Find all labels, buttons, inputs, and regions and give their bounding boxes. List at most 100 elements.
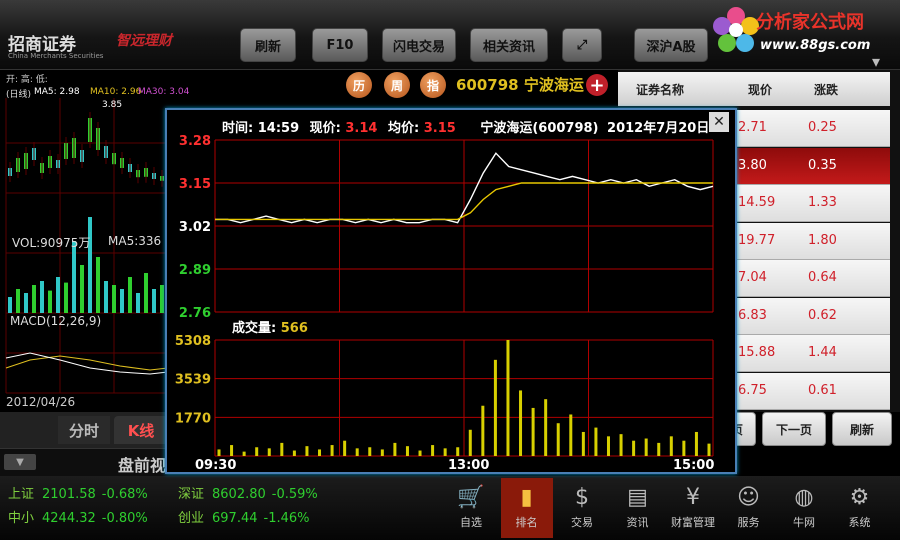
dollar-icon: $ [575, 484, 589, 510]
market-change: -0.59% [271, 487, 318, 502]
market-index: 上证 2101.58 -0.68% [8, 483, 148, 502]
related-news-button[interactable]: 相关资讯 [470, 28, 548, 62]
volume-bar [481, 405, 485, 456]
yen-icon: ¥ [686, 484, 700, 510]
popup-close-button[interactable]: ✕ [709, 112, 729, 132]
volume-info: 成交量: 566 [232, 317, 308, 336]
nav-item-1[interactable]: ▮ 排名 [500, 478, 553, 538]
market-select-button[interactable]: 深沪A股 [634, 28, 708, 62]
kline-volume-bar [80, 265, 84, 313]
volume-bar [267, 448, 271, 456]
popup-date: 2012年7月20日 [607, 121, 710, 136]
kline-volume-bar [136, 293, 140, 313]
nav-item-0[interactable]: 🛒 自选 [445, 478, 497, 538]
volume-bar [657, 442, 661, 456]
volume-bar [355, 448, 359, 456]
kline-date: 2012/04/26 [6, 395, 76, 409]
nav-item-2[interactable]: $ 交易 [556, 478, 608, 538]
kline-volume-bar [112, 285, 116, 313]
volume-bar [305, 446, 309, 456]
popup-info-bar: 时间: 14:59 现价: 3.14 均价: 3.15 宁波海运(600798)… [222, 117, 709, 136]
ma10-value: MA10: 2.96 [90, 87, 142, 97]
document-icon: ▤ [627, 484, 648, 510]
refresh-button[interactable]: 刷新 [240, 28, 296, 62]
time-value: 14:59 [257, 121, 300, 136]
nav-label: 资讯 [626, 516, 649, 529]
volume-bar [405, 446, 409, 456]
volume-bar [380, 449, 384, 456]
nav-label: 财富管理 [671, 516, 715, 529]
volume-bar [431, 445, 435, 456]
market-value: 2101.58 [42, 487, 96, 502]
market-value: 697.44 [212, 511, 258, 526]
expand-icon: ⤢ [576, 37, 588, 53]
price-label: 现价: [309, 121, 341, 136]
market-change: -1.46% [263, 511, 310, 526]
ma30-value: MA30: 3.04 [138, 87, 190, 97]
market-index: 创业 697.44 -1.46% [178, 507, 310, 526]
popup-stock-name: 宁波海运(600798) [480, 121, 599, 136]
volume-bar [330, 445, 334, 456]
volume-bar [493, 359, 497, 456]
intraday-popup: 3.28 3.15 3.02 2.89 2.76 5308 3539 1770 09:30 13:… [165, 108, 737, 474]
nav-label: 牛网 [793, 516, 815, 529]
volume-bar [632, 440, 636, 456]
kline-volume-bar [32, 285, 36, 313]
high-price-marker: 3.85 [102, 100, 123, 110]
add-favorite-button[interactable]: + [586, 74, 608, 96]
list-refresh-button[interactable]: 刷新 [832, 412, 892, 446]
row-change: 1.80 [808, 232, 837, 248]
volume-bar [230, 445, 234, 456]
volume-bar [606, 436, 610, 456]
kline-volume-bar [8, 297, 12, 313]
row-change: 0.61 [808, 382, 837, 398]
market-index: 中小 4244.32 -0.80% [8, 507, 148, 526]
volume-bar [418, 450, 422, 456]
nav-item-4[interactable]: ¥ 财富管理 [667, 478, 719, 538]
nav-item-5[interactable]: ☺ 服务 [723, 478, 775, 538]
market-change: -0.80% [101, 511, 148, 526]
volume-bar [669, 436, 673, 456]
nav-item-3[interactable]: ▤ 资讯 [612, 478, 664, 538]
kline-volume-bar [72, 241, 76, 313]
volume-label: VOL:90975万 [12, 236, 91, 250]
volume-bar [682, 440, 686, 456]
index-chip-button[interactable]: 指 [420, 72, 446, 98]
nav-item-7[interactable]: ⚙ 系统 [834, 478, 886, 538]
f10-button[interactable]: F10 [312, 28, 368, 62]
nav-label: 自选 [460, 516, 482, 529]
kline-volume-bar [160, 285, 164, 313]
market-name: 中小 [8, 511, 35, 526]
volume-bar [506, 340, 510, 456]
tab-intraday[interactable]: 分时 [58, 416, 110, 444]
time-tick-label: 13:00 [448, 458, 489, 472]
ohl-summary: 开: 高: 低: [6, 75, 48, 85]
row-change: 1.44 [808, 345, 837, 360]
market-name: 创业 [178, 511, 205, 526]
history-chip-button[interactable]: 历 [346, 72, 372, 98]
volume-bar [594, 427, 598, 456]
tab-kline[interactable]: K线 [114, 416, 168, 444]
volume-bar [531, 407, 535, 456]
next-page-button[interactable]: 下一页 [762, 412, 826, 446]
row-change: 0.25 [808, 120, 837, 135]
collapse-button[interactable]: ▼ [4, 454, 36, 470]
nav-item-6[interactable]: ◍ 牛网 [778, 478, 830, 538]
row-price: 6.83 [738, 307, 767, 323]
kline-volume-bar [96, 257, 100, 313]
row-price: 6.75 [738, 382, 767, 398]
volume-bar [255, 447, 259, 456]
fullscreen-button[interactable]: ⤢ [562, 28, 602, 62]
menu-dropdown-icon[interactable]: ▾ [872, 52, 880, 71]
market-name: 深证 [178, 487, 205, 502]
flash-trade-button[interactable]: 闪电交易 [382, 28, 456, 62]
avg-value: 3.15 [423, 121, 456, 136]
kline-volume-bar [24, 293, 28, 313]
kline-volume-bar [128, 277, 132, 313]
watermark-title: 分析家公式网 [756, 12, 864, 33]
nav-label: 系统 [848, 516, 871, 529]
kline-volume-bar [56, 277, 60, 313]
week-chip-button[interactable]: 周 [384, 72, 410, 98]
volume-bar [569, 414, 573, 456]
volume-bar [443, 448, 447, 456]
